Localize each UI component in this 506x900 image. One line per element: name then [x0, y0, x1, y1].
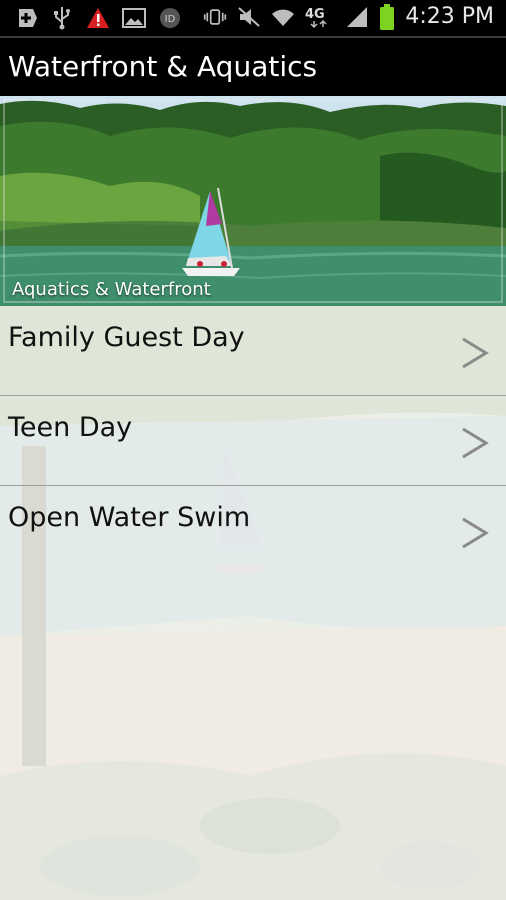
- network-4g-icon: 4G: [305, 5, 335, 29]
- usb-icon: [50, 6, 74, 30]
- list-item-label: Family Guest Day: [8, 322, 245, 353]
- add-icon: [14, 6, 38, 30]
- battery-icon: [379, 3, 395, 30]
- status-bar-left: ID: [14, 6, 182, 30]
- list-item-label: Open Water Swim: [8, 502, 251, 533]
- signal-icon: [345, 5, 369, 29]
- vibrate-icon: [203, 5, 227, 29]
- mute-icon: [237, 5, 261, 29]
- status-time: 4:23 PM: [405, 4, 494, 29]
- hero-caption: Aquatics & Waterfront: [12, 279, 211, 300]
- warning-icon: [86, 6, 110, 30]
- list-item-teen-day[interactable]: Teen Day: [0, 396, 506, 486]
- id-icon: ID: [158, 6, 182, 30]
- status-bar: ID 4G 4:23 PM: [0, 0, 506, 36]
- list-item-label: Teen Day: [8, 412, 133, 443]
- event-list: Family Guest Day Teen Day Open Water Swi…: [0, 306, 506, 576]
- svg-text:ID: ID: [165, 14, 176, 25]
- network-label: 4G: [305, 7, 325, 22]
- chevron-right-icon: [462, 337, 489, 369]
- title-bar: Waterfront & Aquatics: [0, 36, 506, 96]
- chevron-right-icon: [462, 517, 489, 549]
- image-icon: [122, 6, 146, 30]
- chevron-right-icon: [462, 427, 489, 459]
- lake-scene-image: [0, 96, 506, 306]
- list-item-open-water-swim[interactable]: Open Water Swim: [0, 486, 506, 576]
- wifi-icon: [271, 5, 295, 29]
- header-image: Aquatics & Waterfront: [0, 96, 506, 306]
- page-title: Waterfront & Aquatics: [8, 50, 318, 83]
- list-item-family-guest-day[interactable]: Family Guest Day: [0, 306, 506, 396]
- status-bar-right: 4G 4:23 PM: [203, 3, 494, 30]
- list-area: Family Guest Day Teen Day Open Water Swi…: [0, 306, 506, 900]
